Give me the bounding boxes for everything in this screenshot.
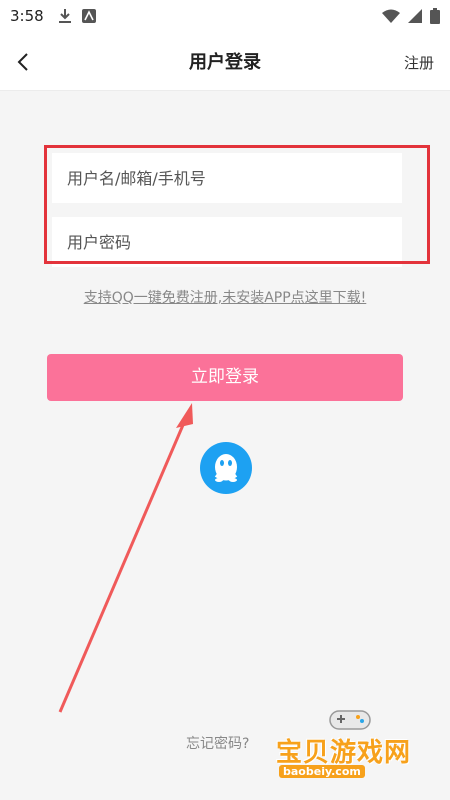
status-bar: 3:58	[0, 0, 450, 34]
watermark-url: baobeiy.com	[279, 765, 365, 778]
status-icons-right	[382, 8, 440, 24]
page-title: 用户登录	[189, 52, 261, 73]
download-icon	[59, 9, 71, 23]
password-row	[52, 217, 402, 267]
nav-bar: 用户登录 注册	[0, 34, 450, 91]
wifi-icon	[382, 9, 400, 23]
register-link[interactable]: 注册	[404, 52, 434, 73]
qq-login-icon[interactable]	[200, 442, 252, 494]
qq-penguin-icon	[214, 454, 238, 482]
status-icons-left	[58, 8, 96, 24]
qq-register-link[interactable]: 支持QQ一键免费注册,未安装APP点这里下载!	[0, 287, 450, 307]
username-input[interactable]	[52, 153, 402, 203]
android-icon	[82, 9, 96, 23]
battery-icon	[430, 8, 440, 24]
login-form	[52, 153, 402, 281]
username-row	[52, 153, 402, 203]
gamepad-icon	[329, 710, 371, 730]
watermark-title: 宝贝游戏网	[276, 738, 412, 768]
watermark-logo: 宝贝游戏网 baobeiy.com	[270, 705, 430, 785]
password-input[interactable]	[52, 217, 402, 267]
forgot-password-link[interactable]: 忘记密码?	[186, 733, 249, 753]
status-time: 3:58	[10, 7, 44, 25]
login-button[interactable]: 立即登录	[47, 354, 403, 401]
signal-icon	[408, 9, 422, 23]
